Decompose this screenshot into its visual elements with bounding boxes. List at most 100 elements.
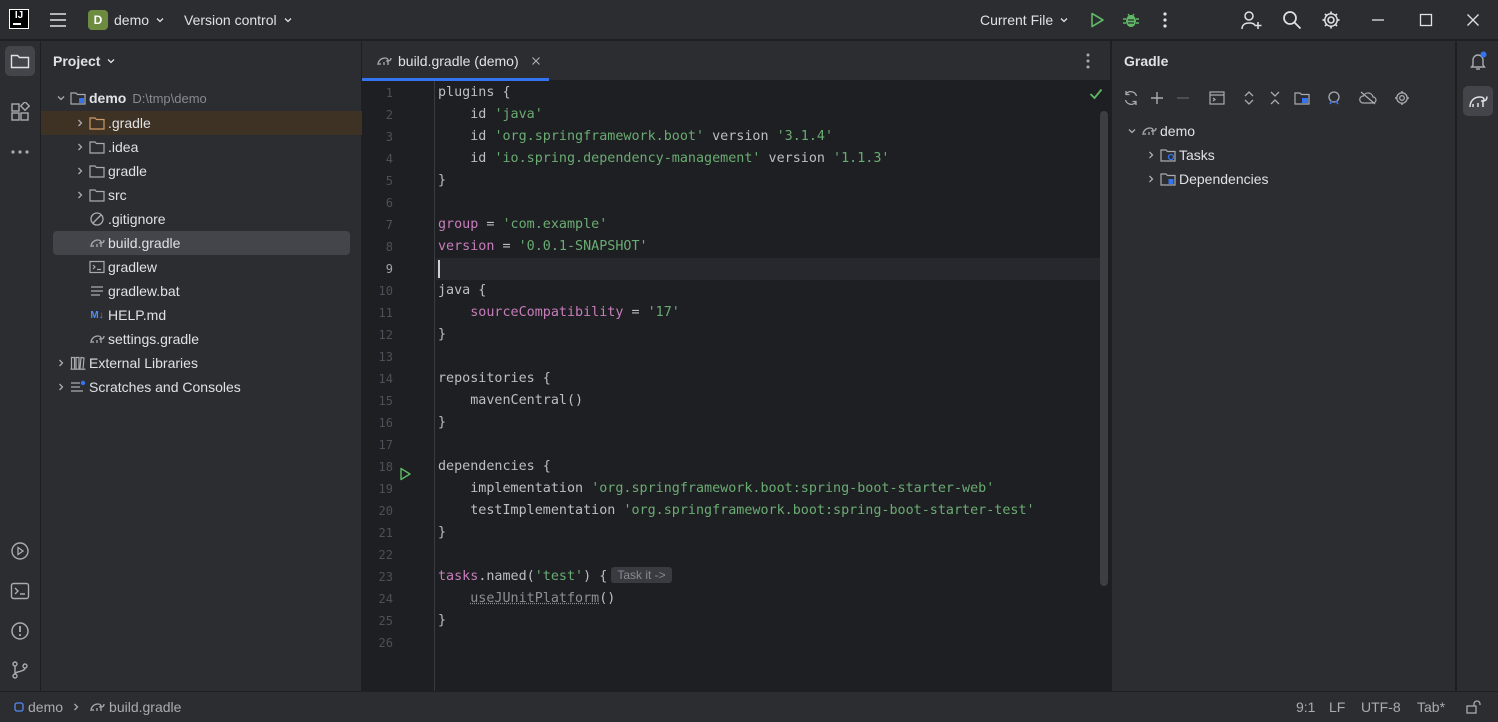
code-line[interactable]: id 'java' [438,104,543,126]
tree-item[interactable]: .gradle [72,111,151,135]
collapse-all-button[interactable] [1264,85,1286,111]
code-line[interactable]: } [438,170,446,192]
code-line[interactable]: dependencies { [438,456,551,478]
offline-mode-button[interactable] [1357,85,1379,111]
settings-button[interactable] [1321,0,1341,40]
line-number[interactable]: 13 [362,346,393,368]
project-switcher[interactable]: D demo [88,0,165,40]
breadcrumb-file[interactable]: build.gradle [109,699,181,715]
code-line[interactable]: plugins { [438,82,511,104]
code-line[interactable]: sourceCompatibility = '17' [438,302,680,324]
tree-item[interactable]: M↓ HELP.md [88,303,166,327]
close-window-button[interactable] [1466,0,1480,40]
tree-item[interactable]: .gitignore [88,207,166,231]
chevron-right-icon[interactable] [53,358,69,368]
chevron-right-icon[interactable] [72,118,88,128]
minimize-button[interactable] [1371,0,1385,40]
line-number[interactable]: 2 [362,104,393,126]
tree-item[interactable]: settings.gradle [88,327,199,351]
read-only-toggle[interactable] [1465,692,1481,722]
project-view-selector[interactable]: Project [53,41,116,81]
more-tools-button[interactable] [5,137,35,167]
chevron-right-icon[interactable] [1143,174,1159,184]
gradle-tree-item[interactable]: Dependencies [1143,167,1269,191]
line-number[interactable]: 16 [362,412,393,434]
notifications-button[interactable] [1463,46,1493,76]
tree-item[interactable]: .idea [72,135,138,159]
more-actions-button[interactable] [1157,0,1173,40]
terminal-tool-button[interactable] [5,576,35,606]
code-line[interactable]: group = 'com.example' [438,214,607,236]
search-everywhere-button[interactable] [1282,0,1302,40]
code-line[interactable]: implementation 'org.springframework.boot… [438,478,994,500]
line-number[interactable]: 14 [362,368,393,390]
run-gutter-button[interactable] [398,467,412,481]
code-line[interactable]: } [438,324,446,346]
code-line[interactable]: id 'org.springframework.boot' version '3… [438,126,833,148]
caret-position[interactable]: 9:1 [1296,692,1315,722]
vcs-menu[interactable]: Version control [184,0,293,40]
expand-all-button[interactable] [1238,85,1260,111]
add-button[interactable] [1146,85,1168,111]
code-line[interactable]: } [438,412,446,434]
indent-setting[interactable]: Tab* [1417,692,1445,722]
maximize-button[interactable] [1419,0,1433,40]
line-number[interactable]: 11 [362,302,393,324]
tree-item[interactable]: gradlew [88,255,157,279]
scratches-and-consoles[interactable]: Scratches and Consoles [53,375,241,399]
tree-root-demo[interactable]: demo D:\tmp\demo [53,86,207,110]
line-number[interactable]: 7 [362,214,393,236]
line-number[interactable]: 4 [362,148,393,170]
dependencies-button[interactable] [1291,85,1313,111]
git-tool-button[interactable] [5,655,35,685]
tree-item[interactable]: gradlew.bat [88,279,180,303]
main-menu-button[interactable] [48,0,68,40]
line-number[interactable]: 23 [362,566,393,588]
line-number[interactable]: 26 [362,632,393,654]
reload-button[interactable] [1120,85,1142,111]
line-number[interactable]: 15 [362,390,393,412]
execute-task-button[interactable] [1206,85,1228,111]
code-line[interactable]: repositories { [438,368,551,390]
line-number[interactable]: 10 [362,280,393,302]
line-number[interactable]: 25 [362,610,393,632]
gradle-tool-button[interactable] [1463,86,1493,116]
analyze-button[interactable] [1323,85,1345,111]
code-line[interactable]: } [438,610,446,632]
code-line[interactable]: } [438,522,446,544]
line-number[interactable]: 3 [362,126,393,148]
chevron-right-icon[interactable] [53,382,69,392]
chevron-right-icon[interactable] [72,190,88,200]
chevron-right-icon[interactable] [72,166,88,176]
project-tool-button[interactable] [5,46,35,76]
line-number[interactable]: 1 [362,82,393,104]
problems-tool-button[interactable] [5,616,35,646]
line-number[interactable]: 8 [362,236,393,258]
chevron-down-icon[interactable] [53,93,69,103]
line-number[interactable]: 9 [362,258,393,280]
app-logo-icon[interactable]: IJ [9,9,29,29]
chevron-right-icon[interactable] [72,142,88,152]
line-number[interactable]: 20 [362,500,393,522]
line-number[interactable]: 24 [362,588,393,610]
code-line[interactable]: java { [438,280,486,302]
line-separator[interactable]: LF [1329,692,1345,722]
line-number[interactable]: 19 [362,478,393,500]
line-number[interactable]: 6 [362,192,393,214]
line-number[interactable]: 12 [362,324,393,346]
editor-vertical-scrollbar[interactable] [1100,111,1108,586]
code-line[interactable]: tasks.named('test') {Task it -> [438,566,672,588]
code-line[interactable]: useJUnitPlatform() [438,588,615,610]
line-number[interactable]: 21 [362,522,393,544]
code-with-me-button[interactable] [1241,0,1263,40]
debug-button[interactable] [1122,0,1140,40]
run-config-selector[interactable]: Current File [980,0,1069,40]
file-encoding[interactable]: UTF-8 [1361,692,1401,722]
line-number[interactable]: 17 [362,434,393,456]
tree-item[interactable]: gradle [72,159,147,183]
close-tab-icon[interactable] [531,56,541,66]
breadcrumb-project[interactable]: demo [28,699,63,715]
editor-tab-build-gradle[interactable]: build.gradle (demo) [362,41,549,81]
gradle-tree-root[interactable]: demo [1124,119,1195,143]
run-button[interactable] [1088,0,1106,40]
